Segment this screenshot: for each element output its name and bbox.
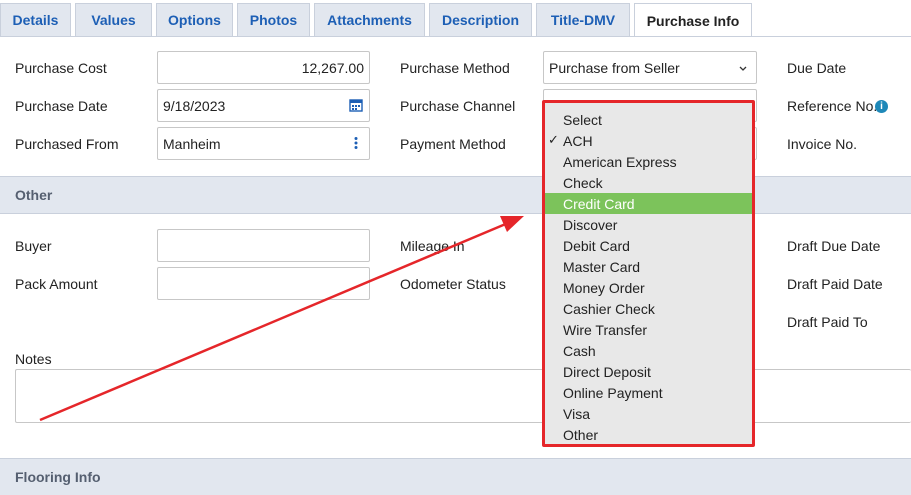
purchased-from-value: Manheim	[163, 135, 221, 152]
option-visa[interactable]: Visa	[545, 403, 752, 424]
purchase-date-label: Purchase Date	[15, 98, 108, 114]
option-check[interactable]: Check	[545, 172, 752, 193]
info-icon[interactable]: i	[875, 100, 888, 113]
due-date-label: Due Date	[787, 60, 847, 76]
option-direct-deposit[interactable]: Direct Deposit	[545, 361, 752, 382]
option-ach[interactable]: ✓ ACH	[545, 130, 752, 151]
tab-details[interactable]: Details	[0, 3, 71, 36]
more-vertical-icon[interactable]	[349, 136, 363, 150]
purchase-method-value: Purchase from Seller	[549, 59, 680, 76]
purchase-method-label: Purchase Method	[400, 60, 510, 76]
payment-method-label: Payment Method	[400, 136, 506, 152]
chevron-down-icon	[739, 66, 747, 71]
tab-purchase-info[interactable]: Purchase Info	[634, 3, 752, 37]
purchase-cost-label: Purchase Cost	[15, 60, 107, 76]
draft-due-date-label: Draft Due Date	[787, 238, 881, 254]
option-ach-label: ACH	[563, 132, 593, 149]
option-cashier-check[interactable]: Cashier Check	[545, 298, 752, 319]
checkmark-icon: ✓	[548, 132, 559, 147]
tab-description[interactable]: Description	[429, 3, 532, 36]
other-section-header: Other	[0, 176, 911, 214]
flooring-section-header: Flooring Info	[0, 458, 911, 495]
option-cash[interactable]: Cash	[545, 340, 752, 361]
purchase-date-value: 9/18/2023	[163, 97, 226, 114]
buyer-input[interactable]	[157, 229, 370, 262]
mileage-in-label: Mileage In	[400, 238, 465, 254]
tab-photos[interactable]: Photos	[237, 3, 310, 36]
purchase-method-select[interactable]: Purchase from Seller	[543, 51, 757, 84]
notes-label: Notes	[15, 351, 52, 367]
option-discover[interactable]: Discover	[545, 214, 752, 235]
pack-amount-label: Pack Amount	[15, 276, 98, 292]
tab-attachments[interactable]: Attachments	[314, 3, 425, 36]
tab-title-dmv[interactable]: Title-DMV	[536, 3, 630, 36]
purchased-from-label: Purchased From	[15, 136, 119, 152]
option-american-express[interactable]: American Express	[545, 151, 752, 172]
option-debit-card[interactable]: Debit Card	[545, 235, 752, 256]
draft-paid-to-label: Draft Paid To	[787, 314, 868, 330]
option-wire-transfer[interactable]: Wire Transfer	[545, 319, 752, 340]
option-online-payment[interactable]: Online Payment	[545, 382, 752, 403]
tab-values[interactable]: Values	[75, 3, 152, 36]
pack-amount-input[interactable]	[157, 267, 370, 300]
odometer-status-label: Odometer Status	[400, 276, 506, 292]
tab-divider	[0, 36, 911, 37]
payment-method-dropdown: Select ✓ ACH American Express Check Cred…	[542, 100, 755, 447]
reference-no-label: Reference No.	[787, 98, 878, 114]
purchased-from-input[interactable]: Manheim	[157, 127, 370, 160]
option-master-card[interactable]: Master Card	[545, 256, 752, 277]
purchase-cost-input[interactable]: 12,267.00	[157, 51, 370, 84]
purchase-channel-label: Purchase Channel	[400, 98, 516, 114]
option-select[interactable]: Select	[545, 109, 752, 130]
tab-bar: Details Values Options Photos Attachment…	[0, 0, 911, 37]
calendar-icon[interactable]	[349, 98, 363, 112]
buyer-label: Buyer	[15, 238, 52, 254]
purchase-date-input[interactable]: 9/18/2023	[157, 89, 370, 122]
option-credit-card[interactable]: Credit Card	[545, 193, 752, 214]
option-other[interactable]: Other	[545, 424, 752, 445]
option-money-order[interactable]: Money Order	[545, 277, 752, 298]
notes-textarea[interactable]	[15, 369, 911, 423]
draft-paid-date-label: Draft Paid Date	[787, 276, 883, 292]
tab-options[interactable]: Options	[156, 3, 233, 36]
invoice-no-label: Invoice No.	[787, 136, 858, 152]
